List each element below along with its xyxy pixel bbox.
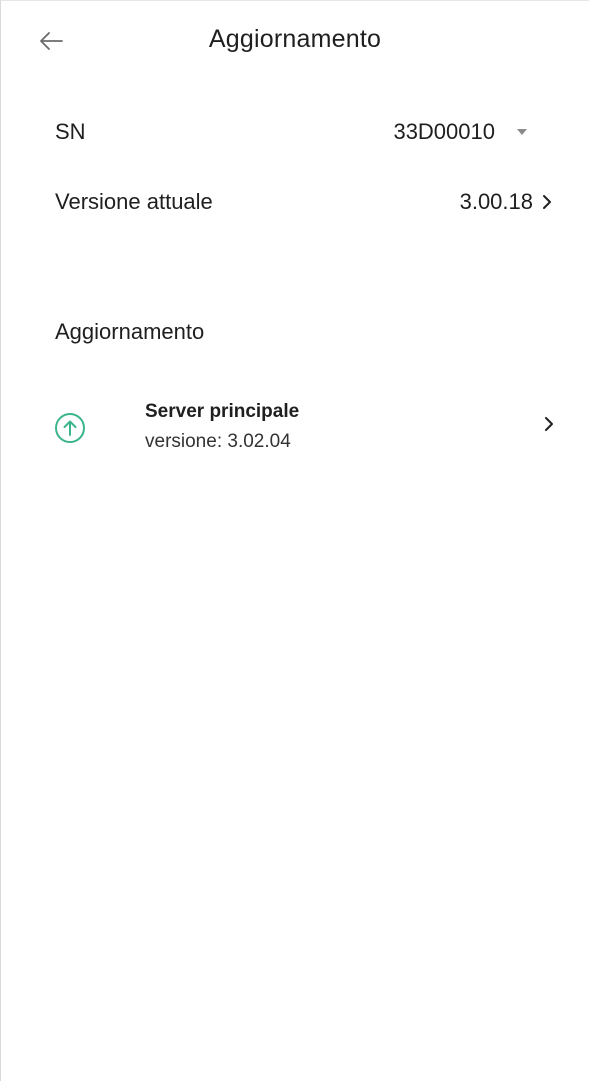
sn-label: SN <box>55 119 86 144</box>
current-version-label: Versione attuale <box>55 189 213 214</box>
current-version-value-wrap: 3.00.18 <box>460 189 553 215</box>
upgrade-arrow-icon <box>55 413 85 443</box>
header: Aggiornamento <box>1 1 589 85</box>
update-item-main-server[interactable]: Server principale versione: 3.02.04 <box>41 393 561 465</box>
update-item-version: versione: 3.02.04 <box>145 431 291 452</box>
current-version-value: 3.00.18 <box>459 189 533 214</box>
current-version-row[interactable]: Versione attuale 3.00.18 <box>55 180 553 224</box>
chevron-right-icon <box>545 417 553 431</box>
chevron-right-icon <box>543 195 551 209</box>
caret-down-icon <box>517 129 527 135</box>
sn-dropdown[interactable]: 33D00010 <box>393 119 553 145</box>
update-item-title: Server principale <box>145 401 300 422</box>
sn-value: 33D00010 <box>393 119 495 144</box>
section-title-updates: Aggiornamento <box>55 319 205 344</box>
page-title: Aggiornamento <box>208 25 382 53</box>
app-screen: Aggiornamento SN 33D00010 Versione attua… <box>0 0 589 1081</box>
sn-row: SN 33D00010 <box>55 110 553 154</box>
